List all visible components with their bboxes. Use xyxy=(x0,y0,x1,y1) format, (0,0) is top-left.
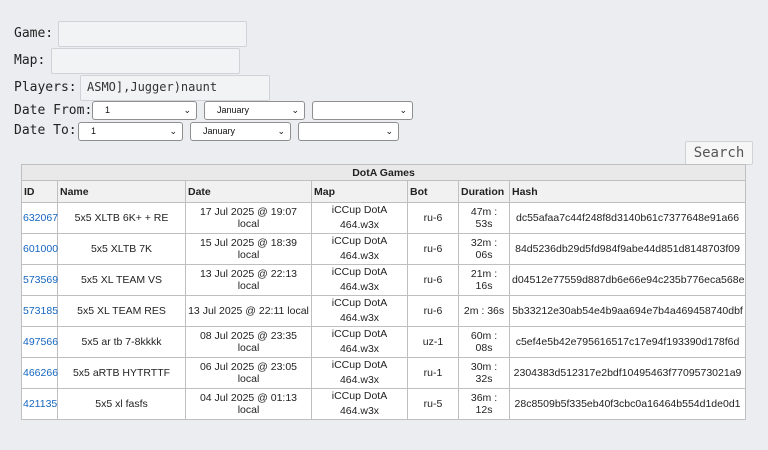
game-id-link[interactable]: 497566 xyxy=(23,336,58,348)
date-to-label: Date To: xyxy=(14,123,77,138)
game-map: iCCup DotA 464.w3x xyxy=(311,326,408,358)
game-map: iCCup DotA 464.w3x xyxy=(311,233,408,265)
chevron-down-icon: ⌄ xyxy=(399,105,407,115)
game-date: 13 Jul 2025 @ 22:13 local xyxy=(185,264,312,296)
game-duration: 2m : 36s xyxy=(458,295,510,327)
game-hash: 84d5236db29d5fd984f9abe44d851d8148703f09 xyxy=(508,233,747,265)
game-hash: 2304383d512317e2bdf10495463f7709573021a9 xyxy=(508,357,747,389)
game-bot: ru-6 xyxy=(407,202,459,234)
date-from-month-value: January xyxy=(217,105,250,115)
game-name: 5x5 XLTB 6K+ + RE xyxy=(57,202,186,234)
game-name: 5x5 xl fasfs xyxy=(57,388,186,420)
date-from-year-select[interactable]: ⌄ xyxy=(312,101,413,120)
game-name: 5x5 aRTB HYTRTTF xyxy=(57,357,186,389)
games-table: DotA Games ID Name Date Map Bot Duration… xyxy=(20,164,747,420)
chevron-down-icon: ⌄ xyxy=(291,105,299,115)
table-header-row: ID Name Date Map Bot Duration Hash xyxy=(21,180,747,203)
game-map: iCCup DotA 464.w3x xyxy=(311,264,408,296)
game-map: iCCup DotA 464.w3x xyxy=(311,295,408,327)
game-duration: 36m : 12s xyxy=(458,388,510,420)
date-to-month-select[interactable]: January ⌄ xyxy=(190,122,291,141)
table-row: 573569 5x5 XL TEAM VS 13 Jul 2025 @ 22:1… xyxy=(21,264,747,296)
table-row: 573185 5x5 XL TEAM RES 13 Jul 2025 @ 22:… xyxy=(21,295,747,327)
game-id-link[interactable]: 421135 xyxy=(23,398,57,410)
game-bot: ru-6 xyxy=(407,233,459,265)
game-date: 08 Jul 2025 @ 23:35 local xyxy=(185,326,312,358)
game-id-link[interactable]: 601000 xyxy=(23,243,58,255)
game-hash: dc55afaa7c44f248f8d3140b61c7377648e91a66 xyxy=(508,202,747,234)
table-row: 632067 5x5 XLTB 6K+ + RE 17 Jul 2025 @ 1… xyxy=(21,202,747,234)
chevron-down-icon: ⌄ xyxy=(183,105,191,115)
date-to-day-value: 1 xyxy=(91,126,97,136)
game-hash: d04512e77559d887db6e66e94c235b776eca568e xyxy=(508,264,747,296)
game-duration: 30m : 32s xyxy=(458,357,510,389)
chevron-down-icon: ⌄ xyxy=(169,126,177,136)
game-map: iCCup DotA 464.w3x xyxy=(311,388,408,420)
date-from-month-select[interactable]: January ⌄ xyxy=(204,101,305,120)
game-bot: ru-5 xyxy=(407,388,459,420)
column-header-hash: Hash xyxy=(508,180,747,203)
column-header-bot: Bot xyxy=(407,180,459,203)
game-duration: 47m : 53s xyxy=(458,202,510,234)
game-id-link[interactable]: 573569 xyxy=(23,274,58,286)
game-bot: uz-1 xyxy=(407,326,459,358)
game-bot: ru-6 xyxy=(407,264,459,296)
game-date: 06 Jul 2025 @ 23:05 local xyxy=(185,357,312,389)
map-label: Map: xyxy=(14,53,46,68)
search-button[interactable]: Search xyxy=(685,141,753,165)
column-header-date: Date xyxy=(185,180,312,203)
column-header-duration: Duration xyxy=(458,180,510,203)
game-id-link[interactable]: 573185 xyxy=(23,305,58,317)
game-date: 04 Jul 2025 @ 01:13 local xyxy=(185,388,312,420)
game-duration: 60m : 08s xyxy=(458,326,510,358)
game-name: 5x5 XL TEAM VS xyxy=(57,264,186,296)
game-hash: c5ef4e5b42e795616517c17e94f193390d178f6d xyxy=(508,326,747,358)
game-bot: ru-6 xyxy=(407,295,459,327)
date-from-day-value: 1 xyxy=(105,105,111,115)
game-input[interactable] xyxy=(58,21,247,47)
game-name: 5x5 ar tb 7-8kkkk xyxy=(57,326,186,358)
game-hash: 28c8509b5f335eb40f3cbc0a16464b554d1de0d1 xyxy=(508,388,747,420)
date-from-label: Date From: xyxy=(14,103,93,118)
table-row: 601000 5x5 XLTB 7K 15 Jul 2025 @ 18:39 l… xyxy=(21,233,747,265)
chevron-down-icon: ⌄ xyxy=(385,126,393,136)
game-duration: 32m : 06s xyxy=(458,233,510,265)
date-from-day-select[interactable]: 1 ⌄ xyxy=(92,101,197,120)
table-caption-row: DotA Games xyxy=(20,164,747,181)
map-input[interactable] xyxy=(51,48,240,74)
table-row: 497566 5x5 ar tb 7-8kkkk 08 Jul 2025 @ 2… xyxy=(21,326,747,358)
date-to-day-select[interactable]: 1 ⌄ xyxy=(78,122,183,141)
date-to-year-select[interactable]: ⌄ xyxy=(298,122,399,141)
game-map: iCCup DotA 464.w3x xyxy=(311,202,408,234)
column-header-name: Name xyxy=(57,180,186,203)
game-duration: 21m : 16s xyxy=(458,264,510,296)
game-date: 13 Jul 2025 @ 22:11 local xyxy=(185,295,312,327)
game-name: 5x5 XLTB 7K xyxy=(57,233,186,265)
chevron-down-icon: ⌄ xyxy=(277,126,285,136)
game-map: iCCup DotA 464.w3x xyxy=(311,357,408,389)
column-header-map: Map xyxy=(311,180,408,203)
game-id-link[interactable]: 466266 xyxy=(23,367,58,379)
game-date: 15 Jul 2025 @ 18:39 local xyxy=(185,233,312,265)
date-to-month-value: January xyxy=(203,126,236,136)
game-bot: ru-1 xyxy=(407,357,459,389)
game-id-link[interactable]: 632067 xyxy=(23,212,58,224)
table-row: 421135 5x5 xl fasfs 04 Jul 2025 @ 01:13 … xyxy=(21,388,747,420)
column-header-id: ID xyxy=(21,180,58,203)
table-caption: DotA Games xyxy=(20,164,747,181)
game-date: 17 Jul 2025 @ 19:07 local xyxy=(185,202,312,234)
game-hash: 5b33212e30ab54e4b9aa694e7b4a469458740dbf xyxy=(508,295,747,327)
game-label: Game: xyxy=(14,26,54,41)
game-name: 5x5 XL TEAM RES xyxy=(57,295,186,327)
players-label: Players: xyxy=(14,80,77,95)
table-row: 466266 5x5 aRTB HYTRTTF 06 Jul 2025 @ 23… xyxy=(21,357,747,389)
players-input[interactable]: ASMO],Jugger)naunt xyxy=(80,75,270,101)
